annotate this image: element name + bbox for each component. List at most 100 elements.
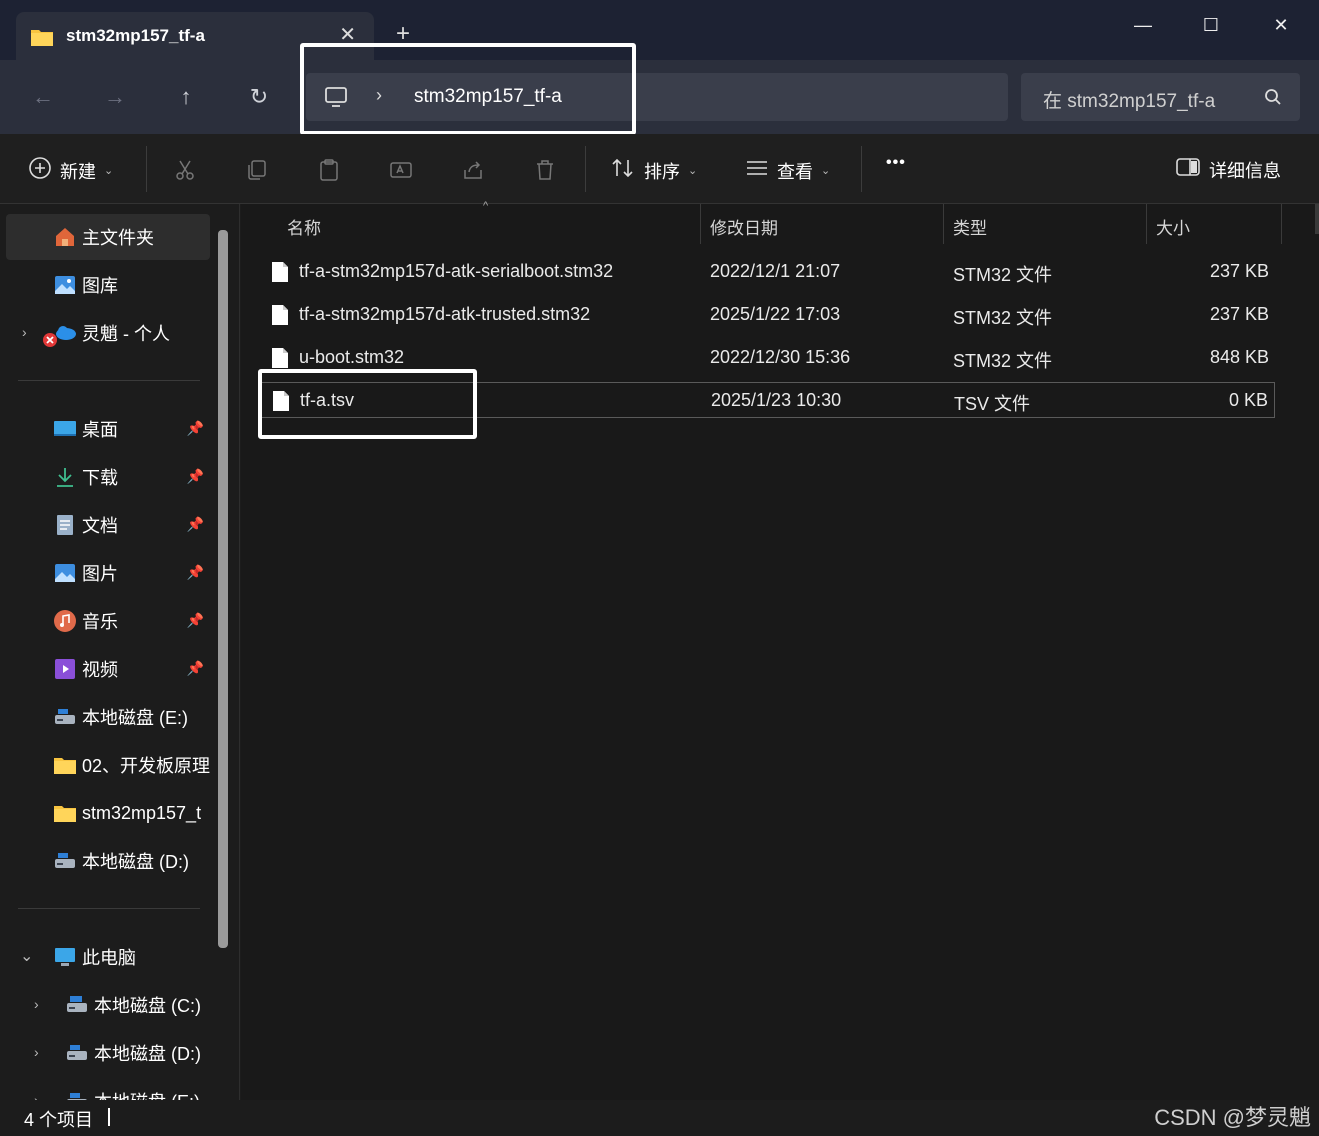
sidebar-item-label: 本地磁盘 (D:) xyxy=(94,1044,201,1064)
details-label: 详细信息 xyxy=(1209,160,1281,181)
sidebar-item-label: 主文件夹 xyxy=(82,228,154,248)
plus-circle-icon xyxy=(28,156,52,185)
sidebar-item-gallery[interactable]: 图库 xyxy=(6,262,210,308)
sort-label: 排序 xyxy=(644,161,680,182)
sidebar-item-onedrive[interactable]: 灵魈 - 个人 xyxy=(6,310,210,356)
sidebar-item-label: stm32mp157_t xyxy=(82,802,202,823)
tab-title: stm32mp157_tf-a xyxy=(66,26,205,45)
sort-button[interactable]: 排序 ⌄ xyxy=(610,156,697,185)
status-divider xyxy=(108,1108,110,1126)
sidebar-item-drive-d[interactable]: 本地磁盘 (D:) xyxy=(6,838,210,884)
column-header-type[interactable]: 类型 xyxy=(953,214,987,239)
column-header-name[interactable]: 名称 xyxy=(287,214,321,239)
column-header-size[interactable]: 大小 xyxy=(1156,214,1190,239)
file-icon xyxy=(271,304,289,331)
chevron-down-icon: ⌄ xyxy=(104,165,114,177)
details-pane-icon xyxy=(1175,156,1201,183)
item-count: 4 个项目 xyxy=(24,1110,94,1130)
sidebar-item-videos[interactable]: 视频 📌 xyxy=(6,646,210,692)
search-box[interactable]: 在 stm32mp157_tf-a xyxy=(1021,73,1300,121)
sidebar-item-label: 视频 xyxy=(82,660,118,680)
sidebar-item-label: 音乐 xyxy=(82,612,118,632)
paste-icon[interactable] xyxy=(317,158,341,182)
drive-icon xyxy=(52,848,78,874)
table-row[interactable]: tf-a-stm32mp157d-atk-trusted.stm32 2025/… xyxy=(259,297,1275,333)
refresh-button[interactable]: ↻ xyxy=(243,82,275,114)
close-window-button[interactable]: ✕ xyxy=(1258,10,1304,40)
sidebar-item-drive-c[interactable]: 本地磁盘 (C:) xyxy=(6,982,210,1028)
sidebar-item-folder-02[interactable]: 02、开发板原理 xyxy=(6,742,216,788)
sidebar-item-drive-d-pc[interactable]: 本地磁盘 (D:) xyxy=(6,1030,210,1076)
view-button[interactable]: 查看 ⌄ xyxy=(745,156,830,185)
sidebar-item-music[interactable]: 音乐 📌 xyxy=(6,598,210,644)
videos-icon xyxy=(52,656,78,682)
details-pane-button[interactable]: 详细信息 xyxy=(1175,156,1281,183)
sidebar-item-label: 本地磁盘 (E:) xyxy=(94,1088,200,1100)
more-options-button[interactable]: ••• xyxy=(886,154,906,172)
file-name[interactable]: tf-a-stm32mp157d-atk-serialboot.stm32 xyxy=(299,261,613,282)
minimize-button[interactable]: — xyxy=(1120,10,1166,40)
copy-icon[interactable] xyxy=(245,158,269,182)
sidebar-item-label: 本地磁盘 (D:) xyxy=(82,852,189,872)
file-highlight-box xyxy=(258,369,477,439)
pin-icon[interactable]: 📌 xyxy=(187,612,204,629)
sidebar-item-label: 灵魈 - 个人 xyxy=(82,324,170,344)
back-button[interactable]: ← xyxy=(27,82,59,114)
drive-icon xyxy=(64,992,90,1018)
file-date: 2025/1/23 10:30 xyxy=(711,390,842,410)
sidebar-item-drive-e[interactable]: 本地磁盘 (E:) xyxy=(6,694,210,740)
sidebar-item-desktop[interactable]: 桌面 📌 xyxy=(6,406,210,452)
up-button[interactable]: ↑ xyxy=(170,82,202,114)
file-name[interactable]: tf-a-stm32mp157d-atk-trusted.stm32 xyxy=(299,304,590,325)
sidebar-item-drive-e-pc[interactable]: 本地磁盘 (E:) xyxy=(6,1078,210,1100)
table-row[interactable]: tf-a-stm32mp157d-atk-serialboot.stm32 20… xyxy=(259,254,1275,290)
home-icon xyxy=(52,224,78,250)
sidebar-item-label: 本地磁盘 (C:) xyxy=(94,996,201,1016)
chevron-down-icon: ⌄ xyxy=(821,165,831,177)
pin-icon[interactable]: 📌 xyxy=(187,564,204,581)
file-name[interactable]: u-boot.stm32 xyxy=(299,347,404,368)
search-icon[interactable] xyxy=(1264,88,1282,111)
view-label: 查看 xyxy=(777,161,813,182)
file-type: STM32 文件 xyxy=(953,265,1053,285)
drive-icon xyxy=(52,704,78,730)
search-input[interactable]: 在 stm32mp157_tf-a xyxy=(1043,86,1215,113)
sidebar-item-pictures[interactable]: 图片 📌 xyxy=(6,550,210,596)
file-list-scrollbar[interactable] xyxy=(1315,204,1319,234)
sidebar-item-documents[interactable]: 文档 📌 xyxy=(6,502,210,548)
sidebar-item-home[interactable]: 主文件夹 xyxy=(6,214,210,260)
share-icon[interactable] xyxy=(461,158,485,182)
cut-icon[interactable] xyxy=(173,158,197,182)
column-separator[interactable] xyxy=(943,204,944,244)
sidebar-item-downloads[interactable]: 下载 📌 xyxy=(6,454,210,500)
navigation-pane: 主文件夹 图库 › 灵魈 - 个人 桌面 📌 下载 📌 文档 📌 图片 📌 音乐… xyxy=(0,204,240,1100)
sidebar-item-folder-stm32[interactable]: stm32mp157_t xyxy=(6,790,216,836)
sidebar-item-label: 本地磁盘 (E:) xyxy=(82,708,188,728)
divider xyxy=(146,146,147,192)
column-header-date[interactable]: 修改日期 xyxy=(710,214,778,239)
file-type: STM32 文件 xyxy=(953,351,1053,371)
column-separator[interactable] xyxy=(1146,204,1147,244)
folder-icon xyxy=(30,27,54,52)
file-list: ^ 名称 修改日期 类型 大小 tf-a-stm32mp157d-atk-ser… xyxy=(241,200,1319,1100)
sidebar-divider xyxy=(18,908,200,909)
maximize-button[interactable]: ☐ xyxy=(1188,10,1234,40)
column-separator[interactable] xyxy=(700,204,701,244)
delete-icon[interactable] xyxy=(533,158,557,182)
drive-icon xyxy=(64,1088,90,1100)
file-date: 2025/1/22 17:03 xyxy=(710,304,841,324)
pin-icon[interactable]: 📌 xyxy=(187,420,204,437)
pin-icon[interactable]: 📌 xyxy=(187,516,204,533)
view-icon xyxy=(745,156,769,185)
sidebar-item-label: 下载 xyxy=(82,468,118,488)
sidebar-scrollbar[interactable] xyxy=(218,230,228,948)
column-separator[interactable] xyxy=(1281,204,1282,244)
pin-icon[interactable]: 📌 xyxy=(187,468,204,485)
sidebar-item-this-pc[interactable]: 此电脑 xyxy=(6,934,210,980)
pictures-icon xyxy=(52,560,78,586)
gallery-icon xyxy=(52,272,78,298)
forward-button[interactable]: → xyxy=(99,82,131,114)
pin-icon[interactable]: 📌 xyxy=(187,660,204,677)
new-button[interactable]: 新建 ⌄ xyxy=(28,156,113,185)
rename-icon[interactable] xyxy=(389,158,413,182)
